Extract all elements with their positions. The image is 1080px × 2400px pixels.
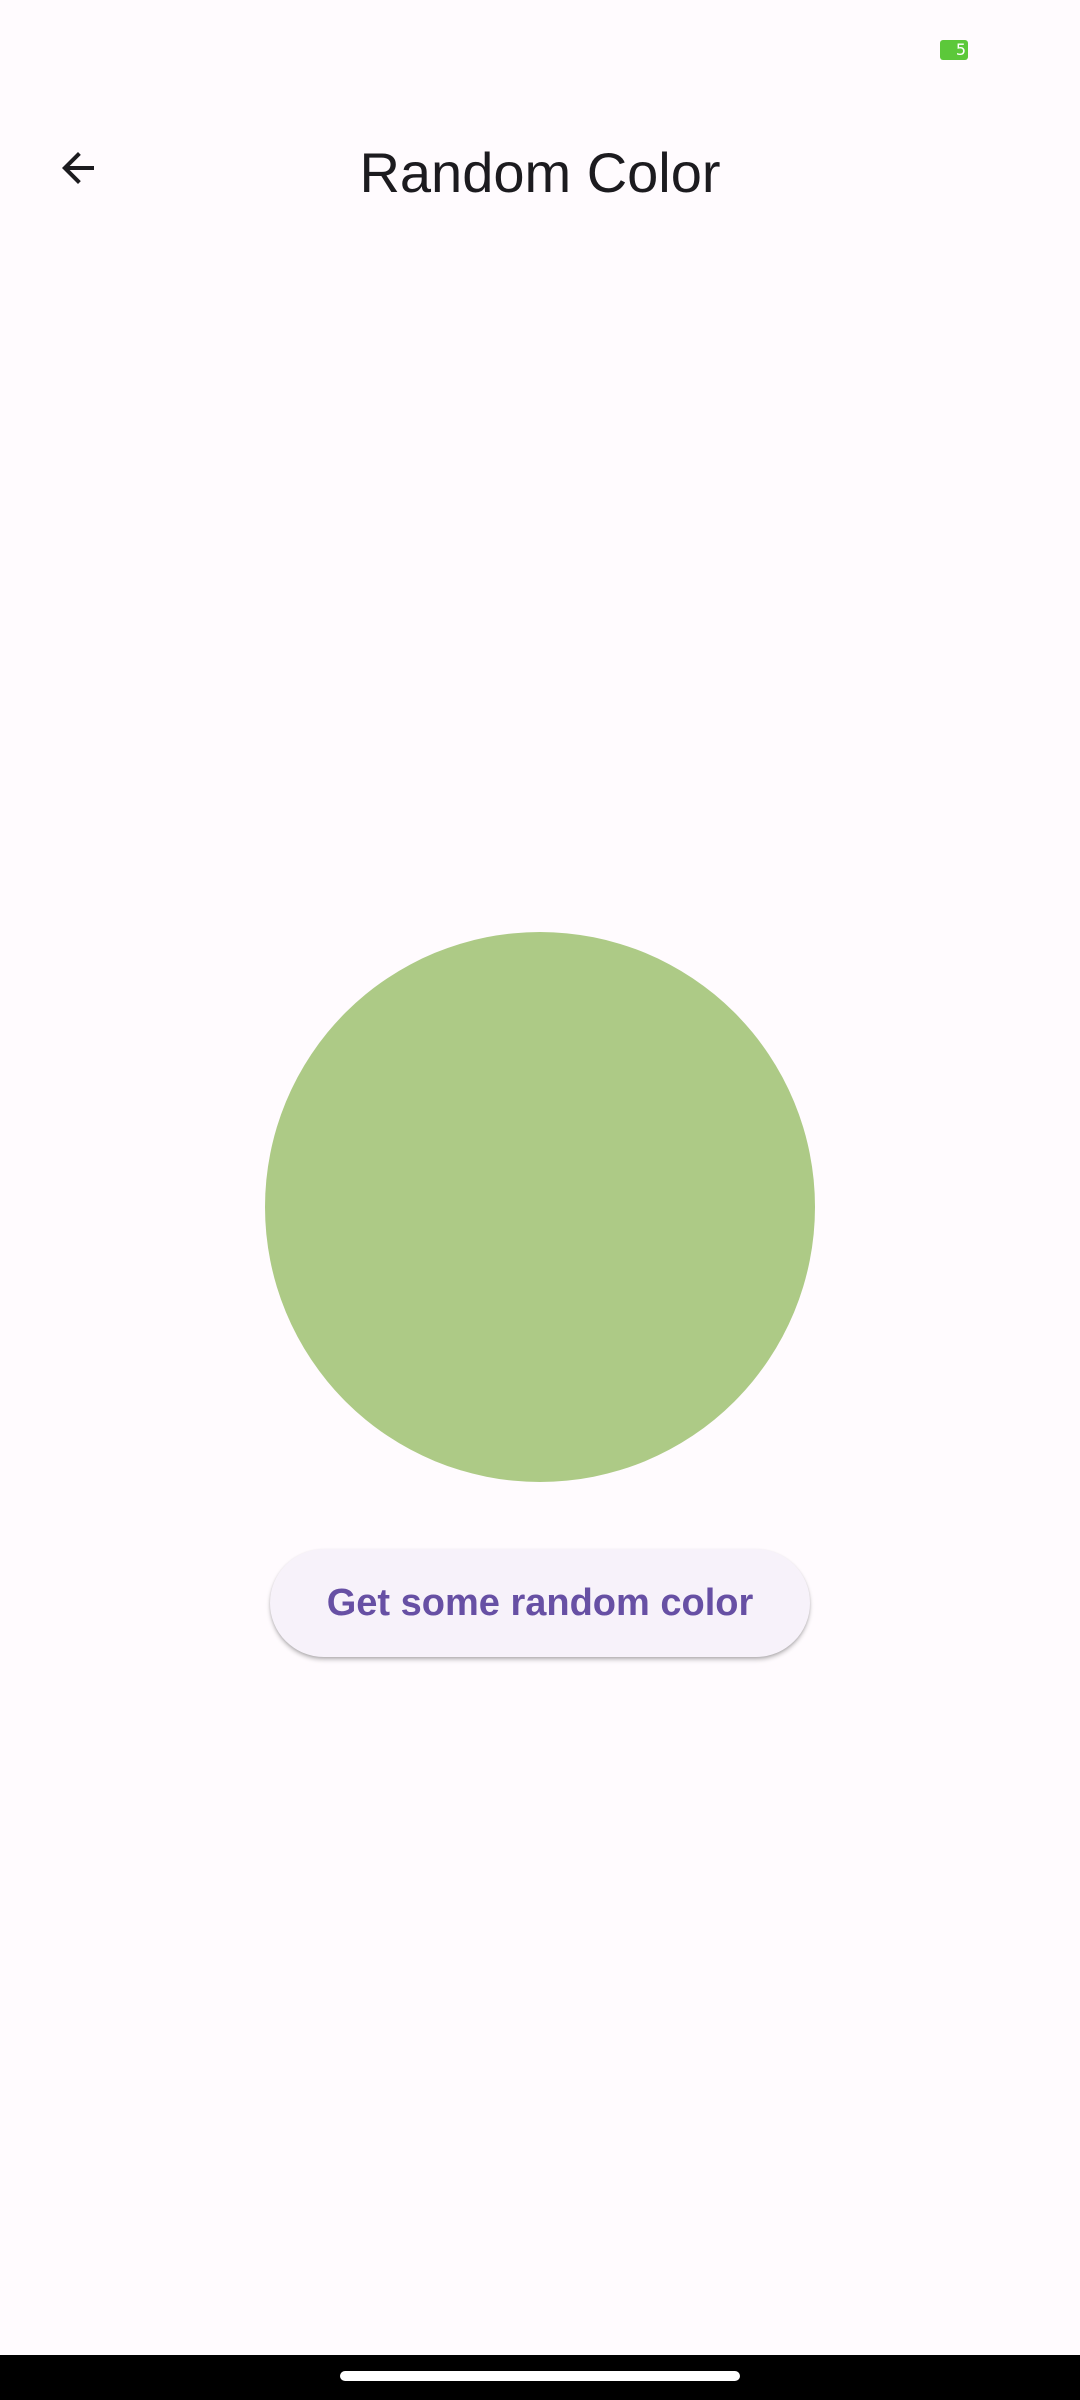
battery-level: 5 (955, 40, 966, 59)
battery-icon: 5 (940, 40, 968, 60)
color-circle (265, 932, 815, 1482)
navigation-bar (0, 2355, 1080, 2400)
app-bar: Random Color (0, 100, 1080, 244)
home-indicator[interactable] (340, 2371, 740, 2381)
status-bar: 5 (0, 0, 1080, 100)
get-random-color-button[interactable]: Get some random color (270, 1549, 810, 1657)
page-title: Random Color (359, 141, 721, 204)
